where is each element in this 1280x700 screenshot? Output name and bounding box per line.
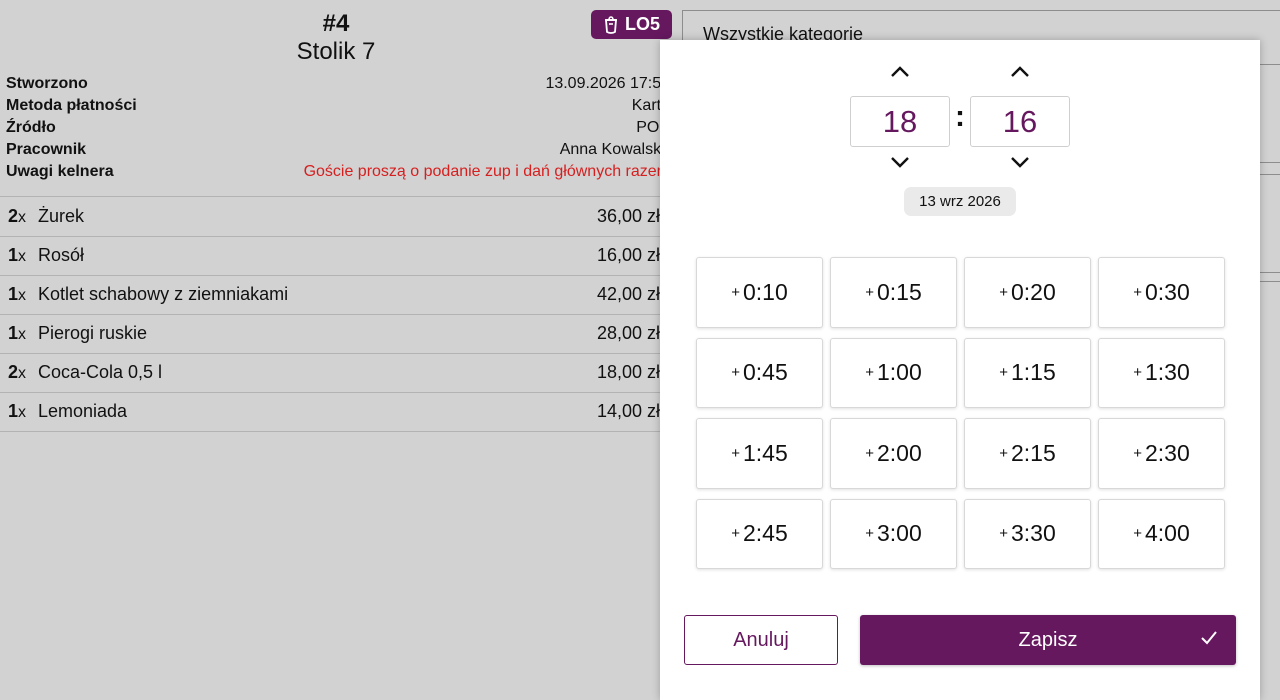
hour-decrement-button[interactable] <box>885 152 915 172</box>
item-quantity: 1x <box>8 323 27 343</box>
item-quantity: 1x <box>8 245 27 265</box>
meta-value: Anna Kowalska <box>559 141 670 158</box>
item-name: Kotlet schabowy z ziemniakami <box>38 284 289 304</box>
order-table-name: Stolik 7 <box>296 38 376 65</box>
item-name: Rosół <box>38 245 85 265</box>
kitchen-pot-icon <box>603 15 619 34</box>
chevron-up-icon <box>891 66 909 77</box>
time-picker-modal: 18 : 16 13 wrz 2026 +0:10 +0:15 +0:20 +0… <box>660 40 1260 700</box>
meta-row-waiter-notes: Uwagi kelnera Goście proszą o podanie zu… <box>6 161 670 183</box>
item-name: Żurek <box>38 206 85 226</box>
cancel-button[interactable]: Anuluj <box>684 615 838 665</box>
item-quantity: 1x <box>8 284 27 304</box>
meta-label: Metoda płatności <box>6 97 137 114</box>
order-item-row[interactable]: 2x Żurek 36,00 zł <box>0 197 672 237</box>
item-name: Lemoniada <box>38 401 128 421</box>
item-quantity: 2x <box>8 206 27 226</box>
order-item-row[interactable]: 1x Lemoniada 14,00 zł <box>0 392 672 432</box>
hour-increment-button[interactable] <box>885 62 915 82</box>
minute-decrement-button[interactable] <box>1005 152 1035 172</box>
quick-add-button[interactable]: +0:45 <box>696 337 823 408</box>
kitchen-status-badge[interactable]: LO5 <box>591 10 672 39</box>
item-name: Coca-Cola 0,5 l <box>38 362 163 382</box>
quick-add-button[interactable]: +2:45 <box>696 498 823 569</box>
order-number: #4 <box>322 10 350 37</box>
order-details-panel: #4 Stolik 7 LO5 Stworzono 13.09.2026 17:… <box>0 0 680 700</box>
quick-add-button[interactable]: +0:10 <box>696 257 823 328</box>
save-button-label: Zapisz <box>1018 628 1078 651</box>
minute-field[interactable]: 16 <box>970 96 1070 147</box>
meta-row-source: Źródło POS <box>6 117 670 139</box>
chevron-down-icon <box>891 157 909 168</box>
quick-add-button[interactable]: +4:00 <box>1098 498 1225 569</box>
quick-add-button[interactable]: +3:00 <box>830 498 957 569</box>
item-name: Pierogi ruskie <box>38 323 148 343</box>
item-price: 28,00 zł <box>596 323 660 343</box>
order-item-row[interactable]: 1x Kotlet schabowy z ziemniakami 42,00 z… <box>0 275 672 315</box>
quick-add-button[interactable]: +1:45 <box>696 418 823 489</box>
time-separator: : <box>955 100 965 133</box>
item-quantity: 2x <box>8 362 27 382</box>
quick-add-button[interactable]: +2:00 <box>830 418 957 489</box>
quick-add-button[interactable]: +3:30 <box>964 498 1091 569</box>
quick-add-button[interactable]: +2:30 <box>1098 418 1225 489</box>
order-item-row[interactable]: 2x Coca-Cola 0,5 l 18,00 zł <box>0 353 672 393</box>
order-item-row[interactable]: 1x Pierogi ruskie 28,00 zł <box>0 314 672 354</box>
meta-value: 13.09.2026 17:53 <box>545 75 670 92</box>
meta-row-created: Stworzono 13.09.2026 17:53 <box>6 73 670 95</box>
item-price: 36,00 zł <box>596 206 660 226</box>
kitchen-status-label: LO5 <box>624 14 660 34</box>
minute-increment-button[interactable] <box>1005 62 1035 82</box>
save-button[interactable]: Zapisz <box>860 615 1236 665</box>
item-price: 16,00 zł <box>596 245 660 265</box>
selected-date[interactable]: 13 wrz 2026 <box>904 187 1016 216</box>
item-price: 42,00 zł <box>596 284 660 304</box>
quick-add-button[interactable]: +0:20 <box>964 257 1091 328</box>
item-price: 14,00 zł <box>596 401 660 421</box>
meta-row-employee: Pracownik Anna Kowalska <box>6 139 670 161</box>
waiter-note-text: Goście proszą o podanie zup i dań główny… <box>303 163 670 180</box>
quick-add-button[interactable]: +2:15 <box>964 418 1091 489</box>
meta-label: Źródło <box>6 119 56 136</box>
meta-label: Uwagi kelnera <box>6 163 114 180</box>
meta-label: Stworzono <box>6 75 88 92</box>
checkmark-icon <box>1201 631 1217 645</box>
meta-row-payment-method: Metoda płatności Karta <box>6 95 670 117</box>
hour-field[interactable]: 18 <box>850 96 950 147</box>
chevron-up-icon <box>1011 66 1029 77</box>
order-item-row[interactable]: 1x Rosół 16,00 zł <box>0 236 672 276</box>
meta-label: Pracownik <box>6 141 87 158</box>
quick-add-button[interactable]: +0:30 <box>1098 257 1225 328</box>
item-quantity: 1x <box>8 401 27 421</box>
quick-add-button[interactable]: +1:15 <box>964 337 1091 408</box>
quick-add-button[interactable]: +0:15 <box>830 257 957 328</box>
item-price: 18,00 zł <box>596 362 660 382</box>
chevron-down-icon <box>1011 157 1029 168</box>
quick-add-grid: +0:10 +0:15 +0:20 +0:30 +0:45 +1:00 +1:1… <box>696 257 1225 569</box>
quick-add-button[interactable]: +1:30 <box>1098 337 1225 408</box>
quick-add-button[interactable]: +1:00 <box>830 337 957 408</box>
